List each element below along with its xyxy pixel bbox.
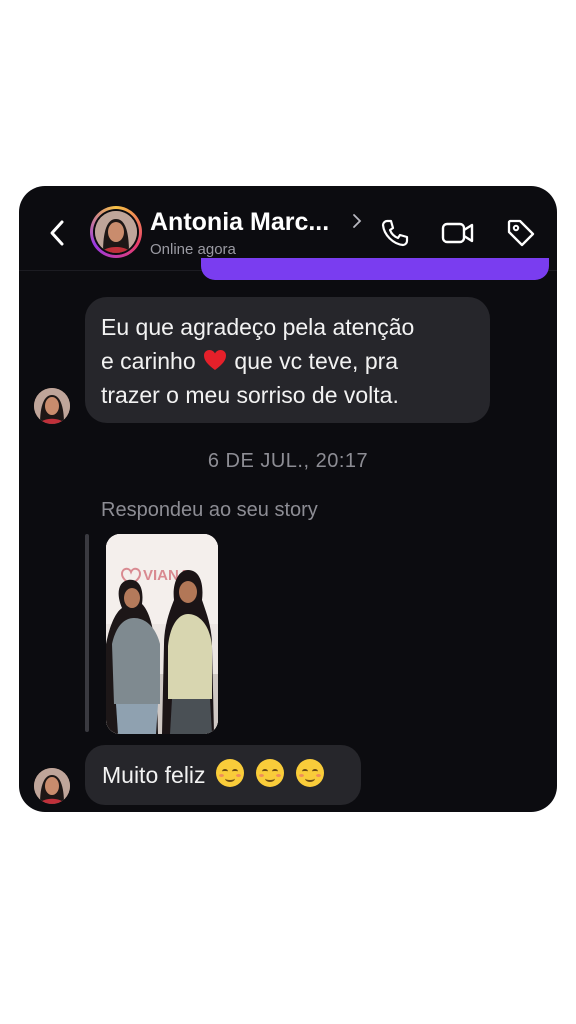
relieved-face-emoji-icon [255,759,284,787]
contact-avatar[interactable] [90,206,142,258]
video-icon[interactable] [441,217,475,249]
message-line: que vc teve, pra [234,348,399,374]
contact-name[interactable]: Antonia Marc... [150,208,329,237]
sender-avatar[interactable] [34,388,70,424]
message-line: trazer o meu sorriso de volta. [101,382,399,408]
red-heart-emoji-icon [204,350,227,370]
chevron-right-icon[interactable] [352,213,362,229]
back-icon[interactable] [47,218,67,248]
relieved-face-emoji-icon [215,759,244,787]
message-line: e carinho [101,348,196,374]
message-bubble[interactable]: Muito feliz [85,745,361,805]
sent-message-bubble[interactable] [201,258,549,280]
message-line: Eu que agradeço pela atenção [101,314,415,340]
story-thumbnail[interactable]: VIANA [106,534,218,734]
sender-avatar[interactable] [34,768,70,804]
message-text: Muito feliz [102,762,206,788]
tag-icon[interactable] [505,217,537,249]
chat-window: Antonia Marc... Online agora Eu que agra… [19,186,557,812]
message-bubble[interactable]: Eu que agradeço pela atenção e carinho q… [85,297,490,423]
phone-icon[interactable] [379,217,411,249]
message-timestamp: 6 DE JUL., 20:17 [207,450,369,472]
relieved-face-emoji-icon [295,759,324,787]
online-status: Online agora [150,241,236,258]
story-reply-label: Respondeu ao seu story [101,499,318,521]
reply-indicator-line [85,534,89,732]
